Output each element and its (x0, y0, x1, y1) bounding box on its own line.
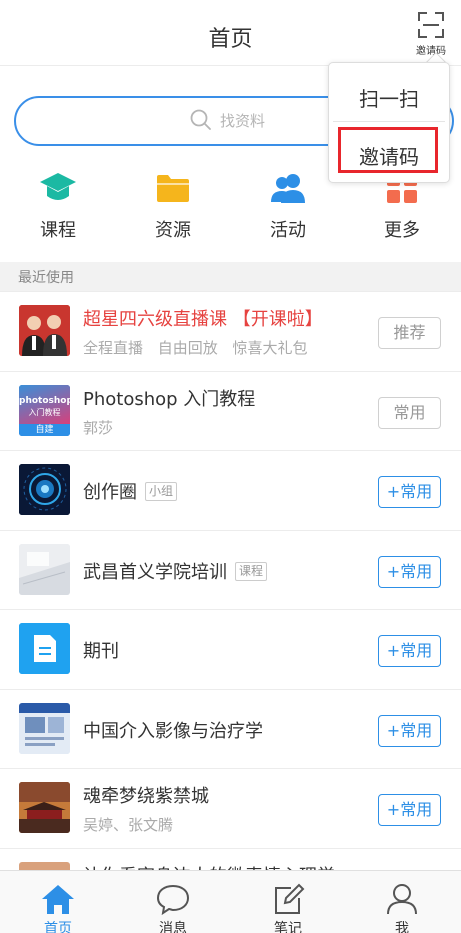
tab-label: 消息 (159, 921, 187, 933)
search-placeholder: 找资料 (220, 111, 266, 130)
add-favorite-button[interactable]: +常用 (378, 476, 441, 508)
list-item-title: Photoshop 入门教程 (83, 388, 256, 410)
invite-code-button[interactable]: 邀请码 (411, 10, 451, 60)
self-built-badge: 自建 (19, 423, 70, 436)
add-favorite-button[interactable]: +常用 (378, 714, 441, 747)
quick-entry-label: 课程 (40, 220, 76, 241)
people-icon (271, 174, 305, 203)
profile-icon (387, 884, 417, 915)
popup-divider (333, 121, 445, 122)
recent-section-header: 最近使用 (0, 262, 461, 292)
list-item-subtitle: 全程直播 自由回放 惊喜大礼包 (83, 339, 308, 357)
list-item[interactable]: 创作圈 小组 +常用 (0, 451, 461, 531)
thumbnail-livestream (19, 305, 70, 356)
list-item-title: 创作圈 小组 (83, 478, 178, 504)
add-favorite-button[interactable]: +常用 (378, 555, 441, 588)
list-item-subtitle: 吴婷、张文腾 (83, 816, 174, 834)
title-text: 武昌首义学院培训 (83, 561, 227, 583)
quick-entry-label: 资源 (155, 220, 191, 241)
title-suffix: 【开课啦】 (232, 309, 323, 330)
list-item[interactable]: 武昌首义学院培训 课程 +常用 (0, 531, 461, 610)
search-icon (190, 109, 211, 130)
list-item-title: 期刊 (83, 641, 119, 662)
tab-home[interactable]: 首页 (18, 883, 98, 933)
tab-messages[interactable]: 消息 (133, 883, 213, 933)
search-inner: 找资料 (190, 109, 265, 131)
tab-me[interactable]: 我 (362, 883, 442, 933)
thumbnail-journal-cover (19, 702, 70, 754)
invite-code-label: 邀请码 (416, 46, 446, 57)
thumbnail-psychology (19, 861, 70, 870)
type-tag: 课程 (235, 561, 268, 581)
thumbnail-creation-circle (19, 464, 70, 515)
list-item-title: 超星四六级直播课 【开课啦】 (83, 305, 323, 331)
journal-icon (19, 623, 70, 674)
quick-entry-course[interactable]: 课程 (18, 170, 98, 242)
recent-list: 超星四六级直播课 【开课啦】 全程直播 自由回放 惊喜大礼包 推荐 photos… (0, 292, 461, 870)
add-favorite-button[interactable]: +常用 (378, 635, 441, 667)
list-item-title: 武昌首义学院培训 课程 (83, 558, 268, 584)
note-icon (275, 883, 305, 914)
favorite-button[interactable]: 常用 (378, 396, 441, 429)
type-tag: 小组 (145, 482, 178, 501)
list-item-title: 中国介入影像与治疗学 (83, 720, 263, 742)
app-screen: 首页 邀请码 找资料 课程 资源 活动 更多 最近使用 超星四六级直播课 【开课… (0, 0, 461, 933)
thumb-text-1: photoshop (19, 395, 70, 406)
list-item[interactable]: 期刊 +常用 (0, 610, 461, 690)
list-item-subtitle: 郭莎 (83, 418, 114, 437)
scan-menu-item[interactable]: 扫一扫 (329, 83, 449, 112)
quick-entry-label: 活动 (270, 220, 306, 241)
message-icon (156, 884, 190, 915)
list-item[interactable]: 超星四六级直播课 【开课啦】 全程直播 自由回放 惊喜大礼包 推荐 (0, 292, 461, 372)
tab-label: 首页 (44, 921, 72, 933)
recommend-button[interactable]: 推荐 (378, 317, 441, 349)
folder-icon (157, 175, 189, 202)
list-item-title: 魂牵梦绕紫禁城 (83, 786, 209, 807)
list-item[interactable]: 中国介入影像与治疗学 +常用 (0, 690, 461, 769)
list-item[interactable]: photoshop 入门教程 自建 Photoshop 入门教程 郭莎 常用 (0, 372, 461, 451)
highlight-box (338, 127, 438, 173)
header: 首页 邀请码 (0, 0, 461, 66)
tab-notes[interactable]: 笔记 (248, 883, 328, 933)
scan-frame-icon (418, 12, 444, 38)
title-text: 超星四六级直播课 (83, 309, 227, 330)
thumb-text-2: 入门教程 (28, 407, 61, 417)
thumbnail-training (19, 543, 70, 595)
list-item[interactable]: 让你看穿身边人的微表情心理学 (0, 849, 461, 871)
quick-entry-resource[interactable]: 资源 (133, 170, 213, 242)
tab-label: 笔记 (274, 921, 302, 933)
page-title: 首页 (208, 27, 253, 52)
quick-entry-label: 更多 (384, 220, 420, 241)
home-icon (42, 885, 74, 914)
graduation-cap-icon (40, 173, 76, 200)
quick-entry-activity[interactable]: 活动 (248, 170, 328, 242)
list-item-title: 让你看穿身边人的微表情心理学 (83, 862, 335, 871)
bottom-tab-bar: 首页 消息 笔记 我 (0, 870, 461, 933)
thumbnail-forbidden-city (19, 782, 70, 833)
section-title: 最近使用 (18, 270, 74, 286)
list-item[interactable]: 魂牵梦绕紫禁城 吴婷、张文腾 +常用 (0, 769, 461, 849)
add-favorite-button[interactable]: +常用 (378, 794, 441, 826)
title-text: 创作圈 (83, 482, 137, 503)
tab-label: 我 (395, 921, 409, 933)
thumbnail-photoshop: photoshop 入门教程 自建 (19, 384, 70, 436)
